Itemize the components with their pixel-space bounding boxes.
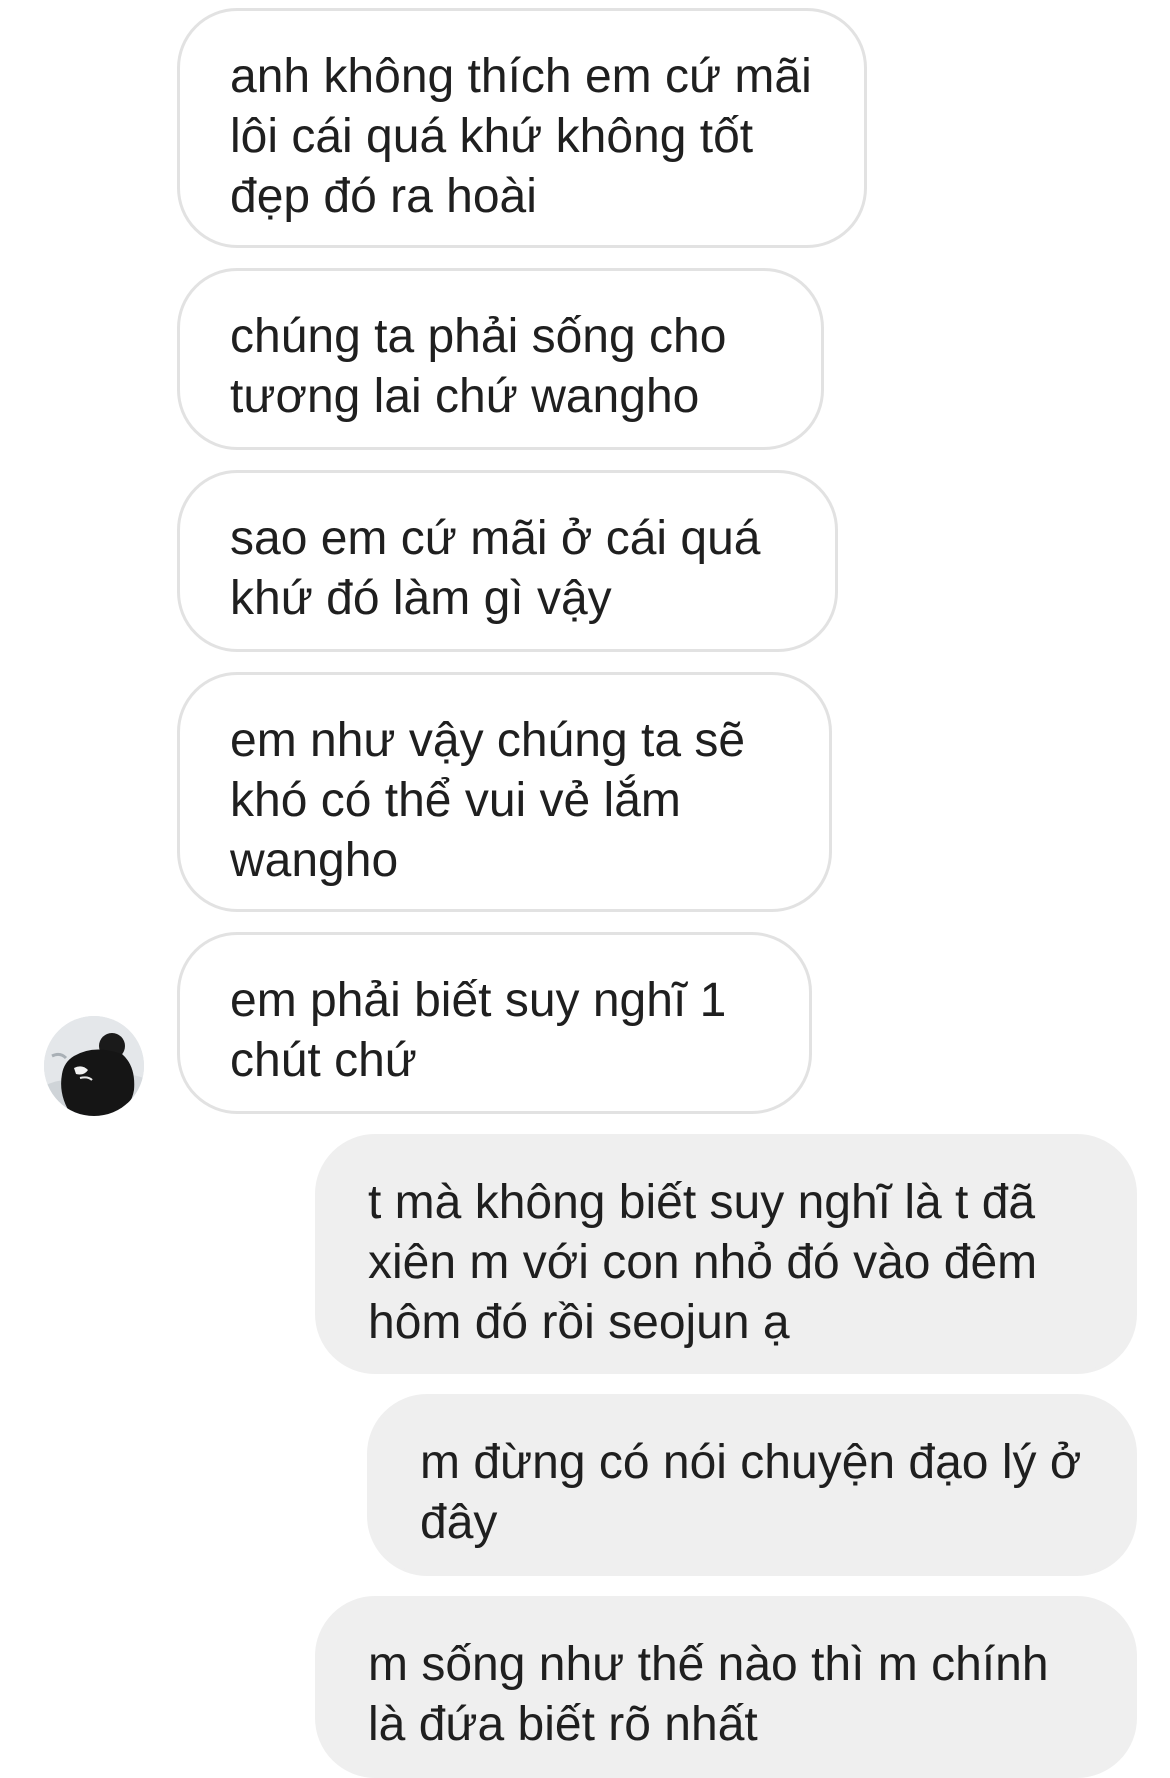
message-text: m đừng có nói chuyện đạo lý ở đây [420, 1436, 1082, 1549]
incoming-message-bubble[interactable]: anh không thích em cứ mãi lôi cái quá kh… [177, 8, 867, 248]
contact-avatar-photo-icon [44, 1016, 144, 1116]
outgoing-message-bubble[interactable]: m đừng có nói chuyện đạo lý ở đây [367, 1394, 1137, 1576]
contact-avatar[interactable] [44, 1016, 144, 1116]
incoming-message-bubble[interactable]: chúng ta phải sống cho tương lai chứ wan… [177, 268, 824, 450]
incoming-message-bubble[interactable]: em như vậy chúng ta sẽ khó có thể vui vẻ… [177, 672, 832, 912]
message-text: sao em cứ mãi ở cái quá khứ đó làm gì vậ… [230, 512, 761, 625]
message-text: em phải biết suy nghĩ 1 chút chứ [230, 974, 727, 1087]
message-text: m sống như thế nào thì m chính là đứa bi… [368, 1638, 1049, 1751]
message-text: anh không thích em cứ mãi lôi cái quá kh… [230, 50, 812, 223]
outgoing-message-bubble[interactable]: t mà không biết suy nghĩ là t đã xiên m … [315, 1134, 1137, 1374]
message-text: chúng ta phải sống cho tương lai chứ wan… [230, 310, 727, 423]
message-text: em như vậy chúng ta sẽ khó có thể vui vẻ… [230, 714, 746, 887]
incoming-message-bubble[interactable]: em phải biết suy nghĩ 1 chút chứ [177, 932, 812, 1114]
incoming-message-bubble[interactable]: sao em cứ mãi ở cái quá khứ đó làm gì vậ… [177, 470, 838, 652]
message-text: t mà không biết suy nghĩ là t đã xiên m … [368, 1176, 1038, 1349]
message-thread: anh không thích em cứ mãi lôi cái quá kh… [0, 0, 1170, 1778]
outgoing-message-bubble[interactable]: m sống như thế nào thì m chính là đứa bi… [315, 1596, 1137, 1778]
